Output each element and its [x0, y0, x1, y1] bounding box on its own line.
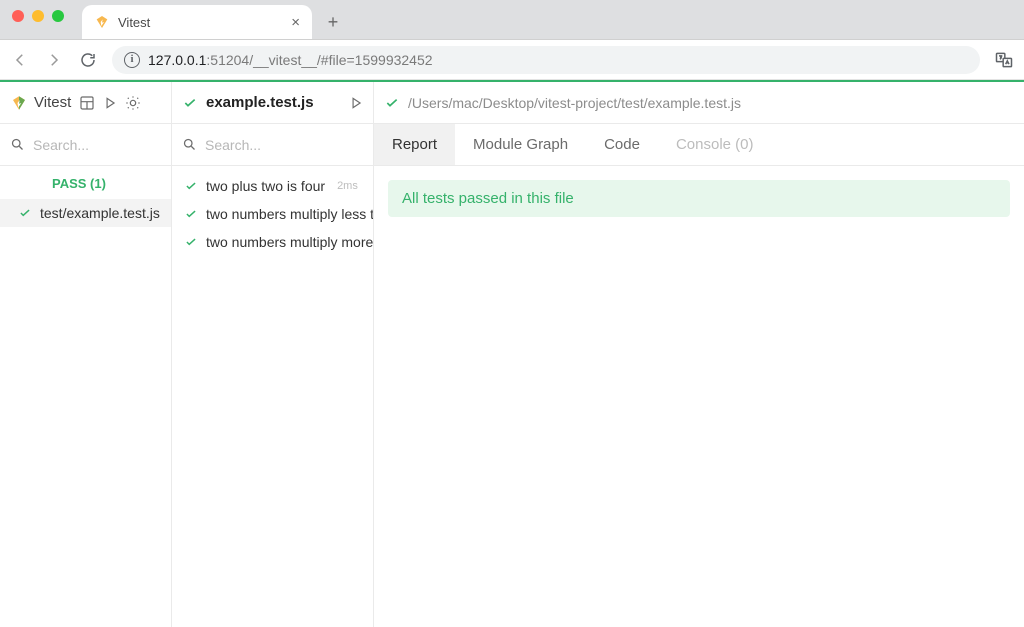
check-icon: [184, 235, 198, 249]
test-item[interactable]: two plus two is four 2ms: [172, 172, 373, 200]
tab-console[interactable]: Console (0): [658, 124, 772, 165]
site-info-icon[interactable]: i: [124, 52, 140, 68]
test-list: two plus two is four 2ms two numbers mul…: [172, 166, 373, 256]
test-search-input[interactable]: [205, 137, 363, 153]
test-item[interactable]: two numbers multiply less than ten: [172, 200, 373, 228]
check-icon: [384, 95, 400, 111]
window-minimize-dot[interactable]: [32, 10, 44, 22]
check-icon: [184, 207, 198, 221]
current-file-name: example.test.js: [206, 94, 314, 111]
close-icon[interactable]: ×: [291, 15, 300, 30]
back-button[interactable]: [10, 51, 30, 69]
test-panel-toolbar: example.test.js: [172, 82, 373, 124]
test-panel: example.test.js two plus two is four 2ms…: [172, 82, 374, 627]
test-name: two numbers multiply less than ten: [206, 206, 373, 222]
file-name: test/example.test.js: [40, 205, 160, 221]
sidebar-brand-label: Vitest: [34, 94, 71, 111]
test-name: two numbers multiply more than ten: [206, 234, 373, 250]
pass-count-badge: PASS (1): [0, 166, 171, 199]
sidebar-brand: Vitest: [10, 94, 71, 112]
vitest-logo-icon: [94, 14, 110, 30]
window-maximize-dot[interactable]: [52, 10, 64, 22]
main-tabs: Report Module Graph Code Console (0): [374, 124, 1024, 166]
main-panel: /Users/mac/Desktop/vitest-project/test/e…: [374, 82, 1024, 627]
browser-address-bar: i 127.0.0.1:51204/__vitest__/#file=15999…: [0, 40, 1024, 80]
run-file-icon[interactable]: [349, 96, 363, 110]
all-tests-passed-banner: All tests passed in this file: [388, 180, 1010, 217]
check-icon: [184, 179, 198, 193]
window-traffic-lights: [12, 0, 64, 35]
url-input[interactable]: i 127.0.0.1:51204/__vitest__/#file=15999…: [112, 46, 980, 74]
test-name: two plus two is four: [206, 178, 325, 194]
check-icon: [18, 206, 32, 220]
tab-module-graph[interactable]: Module Graph: [455, 124, 586, 165]
test-search: [172, 124, 373, 166]
sidebar-toolbar: Vitest: [0, 82, 171, 124]
browser-tab-bar: Vitest × +: [0, 0, 1024, 40]
dashboard-icon[interactable]: [79, 95, 95, 111]
sidebar: Vitest PASS (1) test/example.test.js: [0, 82, 172, 627]
tab-report[interactable]: Report: [374, 124, 455, 165]
translate-icon[interactable]: [994, 50, 1014, 70]
run-all-icon[interactable]: [103, 96, 117, 110]
file-path: /Users/mac/Desktop/vitest-project/test/e…: [408, 95, 741, 111]
search-icon: [10, 137, 25, 152]
theme-toggle-icon[interactable]: [125, 95, 141, 111]
url-path: :51204/__vitest__/#file=1599932452: [206, 52, 432, 68]
main-toolbar: /Users/mac/Desktop/vitest-project/test/e…: [374, 82, 1024, 124]
test-duration: 2ms: [337, 180, 358, 192]
reload-button[interactable]: [78, 51, 98, 69]
vitest-logo-icon: [10, 94, 28, 112]
browser-tab-title: Vitest: [118, 15, 283, 30]
test-item[interactable]: two numbers multiply more than ten: [172, 228, 373, 256]
browser-tab-active[interactable]: Vitest ×: [82, 5, 312, 39]
window-close-dot[interactable]: [12, 10, 24, 22]
forward-button[interactable]: [44, 51, 64, 69]
check-icon: [182, 95, 198, 111]
search-icon: [182, 137, 197, 152]
tab-code[interactable]: Code: [586, 124, 658, 165]
url-host: 127.0.0.1: [148, 52, 206, 68]
sidebar-search: [0, 124, 171, 166]
sidebar-search-input[interactable]: [33, 137, 161, 153]
new-tab-button[interactable]: +: [318, 7, 348, 37]
file-list-item[interactable]: test/example.test.js: [0, 199, 171, 227]
report-body: All tests passed in this file: [374, 166, 1024, 231]
